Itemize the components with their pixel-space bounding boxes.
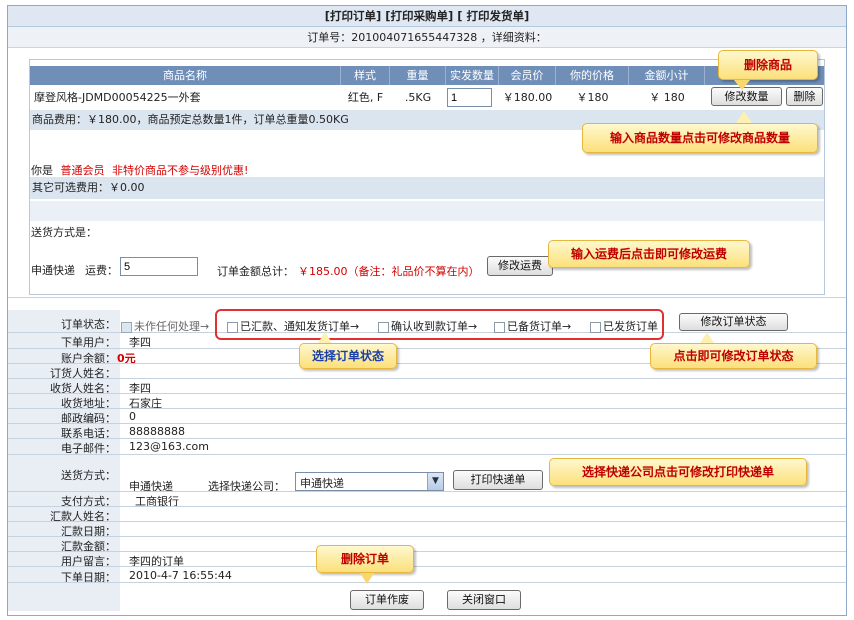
void-order-button[interactable]: 订单作废 [350, 590, 424, 610]
divider [8, 454, 846, 455]
close-window-button[interactable]: 关闭窗口 [447, 590, 521, 610]
order-total-value: ￥185.00（备注：礼品价不算在内） [298, 265, 480, 278]
divider [8, 297, 846, 298]
col-product-name: 商品名称 [30, 66, 341, 85]
status-option-0[interactable]: 未作任何处理→ [121, 318, 209, 334]
divider [8, 491, 846, 492]
divider [8, 521, 846, 522]
order-total-label: 订单金额总计： [217, 265, 294, 278]
shipping-fee-input[interactable] [120, 257, 198, 276]
divider [8, 423, 846, 424]
detail-value: 0 [129, 410, 136, 423]
status-highlight-box [215, 309, 664, 340]
callout-modify-fee: 输入运费后点击即可修改运费 [548, 240, 750, 268]
product-style: 红色, F [347, 91, 384, 104]
print-express-button[interactable]: 打印快递单 [453, 470, 543, 490]
divider [8, 506, 846, 507]
member-level: 普通会员 [60, 164, 105, 177]
other-fee-line: 其它可选费用：￥0.00 [30, 177, 824, 199]
divider [8, 378, 846, 379]
col-weight: 重量 [390, 66, 446, 85]
col-quantity: 实发数量 [446, 66, 499, 85]
spacer-band [30, 201, 824, 221]
detail-value: 2010-4-7 16:55:44 [129, 569, 232, 582]
express-company-select[interactable]: 申通快递 ▼ [295, 472, 444, 491]
member-prefix: 你是 [31, 164, 53, 177]
detail-value: 123@163.com [129, 440, 209, 453]
checkbox-icon[interactable] [121, 321, 132, 333]
product-name: 摩登风格-JDMD00054225一外套 [34, 91, 201, 104]
modify-status-button[interactable]: 修改订单状态 [679, 313, 788, 331]
callout-choose-status: 选择订单状态 [299, 343, 397, 369]
delivery-label: 送货方式： [61, 469, 116, 482]
divider [8, 393, 846, 394]
callout-tail [318, 332, 332, 343]
shipping-fee-label: 运费： [85, 264, 118, 277]
your-price: ￥180 [576, 91, 609, 104]
express-selected-value: 申通快递 [300, 477, 344, 490]
member-notice: 非特价商品不参与级别优惠! [112, 164, 249, 177]
delete-product-button[interactable]: 删除 [786, 87, 823, 106]
callout-delete-product: 删除商品 [718, 50, 818, 80]
member-price: ￥180.00 [502, 91, 553, 104]
member-level-line: 你是 普通会员 非特价商品不参与级别优惠! [31, 162, 248, 178]
col-subtotal: 金额小计 [629, 66, 705, 85]
product-weight: .5KG [404, 91, 432, 104]
status-option-label: 未作任何处理→ [134, 320, 210, 333]
callout-modify-quantity: 输入商品数量点击可修改商品数量 [582, 123, 818, 153]
divider [8, 566, 846, 567]
quantity-input[interactable] [447, 88, 492, 107]
shipping-label: 送货方式是： [31, 226, 97, 239]
callout-tail [736, 111, 752, 123]
col-member-price: 会员价 [499, 66, 556, 85]
product-table-header: 商品名称 样式 重量 实发数量 会员价 你的价格 金额小计 [30, 66, 824, 85]
col-style: 样式 [341, 66, 390, 85]
subtotal: ￥ 180 [649, 91, 685, 104]
modify-fee-button[interactable]: 修改运费 [487, 256, 553, 276]
divider [8, 408, 846, 409]
callout-modify-status: 点击即可修改订单状态 [650, 343, 817, 369]
divider [8, 438, 846, 439]
callout-choose-express: 选择快递公司点击可修改打印快递单 [549, 458, 807, 486]
chevron-down-icon[interactable]: ▼ [427, 473, 443, 490]
detail-value: 88888888 [129, 425, 185, 438]
col-your-price: 你的价格 [556, 66, 629, 85]
callout-tail [734, 80, 750, 90]
order-number-line: 订单号：201004071655447328 ，详细资料： [8, 27, 846, 48]
divider [8, 582, 846, 583]
callout-delete-order: 删除订单 [316, 545, 414, 573]
print-links[interactable]: [打印订单] [打印采购单] [ 打印发货单] [8, 6, 846, 27]
divider [8, 551, 846, 552]
callout-tail [700, 332, 714, 343]
divider [8, 536, 846, 537]
callout-tail [360, 573, 374, 584]
shipping-method: 申通快递 [31, 264, 75, 277]
status-label: 订单状态： [61, 318, 116, 331]
